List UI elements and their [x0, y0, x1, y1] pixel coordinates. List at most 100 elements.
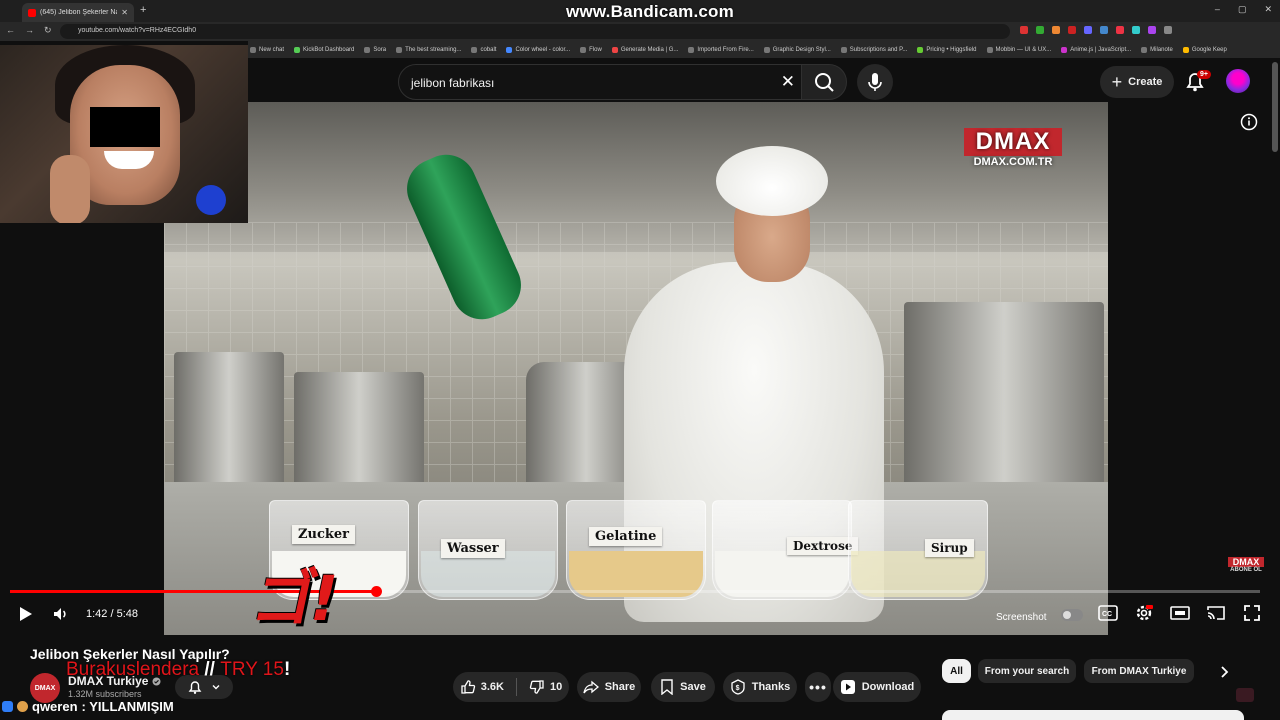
minimize-icon[interactable]: – [1215, 4, 1220, 15]
extension-icon[interactable] [1020, 26, 1028, 34]
bookmark-icon [1182, 46, 1189, 53]
account-avatar[interactable] [1226, 69, 1250, 93]
settings-button[interactable] [1133, 602, 1155, 624]
extension-icon[interactable] [1116, 26, 1124, 34]
bookmark-item[interactable]: Google Keep [1182, 46, 1227, 53]
fullscreen-button[interactable] [1241, 602, 1263, 624]
extension-icon[interactable] [1132, 26, 1140, 34]
create-button[interactable]: + Create [1100, 66, 1174, 98]
extension-icon[interactable] [1084, 26, 1092, 34]
bookmark-item[interactable]: cobalt [471, 46, 496, 53]
bookmark-icon [986, 46, 993, 53]
bookmark-item[interactable]: New chat [250, 46, 284, 53]
bookmark-item[interactable]: Anime.js | JavaScript... [1061, 46, 1131, 53]
page-scrollbar[interactable] [1272, 62, 1278, 152]
streamer-name-overlay: Burakuslendera // TRY 15! [66, 659, 290, 681]
close-window-icon[interactable]: ✕ [1264, 4, 1272, 15]
chips-next-button[interactable] [1215, 663, 1233, 686]
bookmark-item[interactable]: Flow [580, 46, 602, 53]
dmax-subscribe-logo-main: DMAX [1228, 557, 1264, 567]
dmax-subscribe-logo-sub: ABONE OL [1230, 567, 1262, 573]
share-icon [583, 680, 599, 694]
cast-button[interactable] [1205, 602, 1227, 624]
extension-icon[interactable] [1100, 26, 1108, 34]
info-button[interactable] [1240, 113, 1258, 136]
bookmark-item[interactable]: Subscriptions and P... [840, 46, 907, 53]
dmax-watermark: DMAX DMAX.COM.TR [964, 128, 1062, 168]
bookmark-item[interactable]: Pricing • Higgsfield [917, 46, 977, 53]
dislike-button[interactable]: 10 [529, 679, 562, 695]
more-actions-button[interactable]: ••• [805, 672, 831, 702]
clear-search-icon[interactable]: ✕ [781, 72, 795, 92]
dmax-subscribe-logo[interactable]: DMAX ABONE OL [1228, 557, 1264, 573]
forward-icon[interactable]: → [25, 25, 34, 36]
theater-mode-button[interactable] [1169, 602, 1191, 624]
address-bar[interactable]: youtube.com/watch?v=RHz4ECGIdh0 [60, 24, 1010, 39]
voice-search-button[interactable] [857, 64, 893, 100]
subscriber-count: 1.32M subscribers [68, 689, 142, 699]
share-label: Share [604, 681, 636, 693]
bookmark-item[interactable]: Mobbin — UI & UX... [986, 46, 1051, 53]
chip-all[interactable]: All [942, 659, 971, 683]
video-progress-bar[interactable] [10, 586, 1260, 597]
like-dislike-group: 3.6K 10 [453, 672, 569, 702]
play-button[interactable] [14, 603, 36, 625]
extension-icon[interactable] [1164, 26, 1172, 34]
more-horizontal-icon: ••• [809, 679, 827, 695]
player-controls-left: 1:42 / 5:48 [14, 603, 138, 625]
bowl-label: Gelatine [589, 527, 663, 546]
maximize-icon[interactable]: ▢ [1238, 4, 1247, 15]
play-icon [20, 607, 32, 621]
bookmark-item[interactable]: The best streaming... [396, 46, 461, 53]
bookmark-item[interactable]: Milanote [1141, 46, 1173, 53]
time-display: 1:42 / 5:48 [86, 608, 139, 620]
video-scene-machine [904, 302, 1104, 492]
like-button[interactable]: 3.6K [460, 679, 504, 695]
video-scene-machine [294, 372, 424, 492]
screenshot-toggle[interactable] [1060, 608, 1083, 621]
recommended-video-thumbnail[interactable] [942, 710, 1244, 720]
streamer-tag: TRY 15 [220, 659, 284, 680]
bookmark-item[interactable]: KickBot Dashboard [294, 46, 354, 53]
ingredient-bowl-wasser: Wasser [418, 500, 558, 600]
extension-icon[interactable] [1068, 26, 1076, 34]
recording-watermark: www.Bandicam.com [566, 2, 734, 21]
extension-icon[interactable] [1052, 26, 1060, 34]
extension-icon[interactable] [1148, 26, 1156, 34]
create-label: Create [1128, 76, 1163, 88]
screenshot-label: Screenshot [996, 611, 1047, 623]
bookmarks-bar: New chat KickBot Dashboard Sora The best… [248, 41, 1280, 58]
bookmark-icon [1141, 46, 1148, 53]
toggle-knob [1062, 610, 1071, 619]
miniplayer-icon[interactable] [1236, 688, 1254, 702]
video-scene-chef-hat [716, 146, 828, 216]
thanks-button[interactable]: $ Thanks [723, 672, 797, 702]
search-box[interactable]: jelibon fabrikası ✕ [398, 64, 808, 100]
search-button[interactable] [801, 64, 847, 100]
back-icon[interactable]: ← [6, 25, 15, 36]
chip-from-dmax-turkiye[interactable]: From DMAX Turkiye [1084, 659, 1194, 683]
video-duration: 5:48 [116, 608, 139, 620]
download-button[interactable]: Download [833, 672, 921, 702]
extension-icon[interactable] [1036, 26, 1044, 34]
extension-icons [1020, 26, 1172, 34]
reload-icon[interactable]: ↻ [44, 25, 52, 36]
chat-text: : YILLANMIŞIM [81, 699, 174, 714]
bookmark-item[interactable]: Graphic Design Styl... [763, 46, 831, 53]
save-button[interactable]: Save [651, 672, 715, 702]
volume-button[interactable] [50, 603, 72, 625]
share-button[interactable]: Share [577, 672, 641, 702]
search-input[interactable]: jelibon fabrikası [411, 76, 494, 90]
bookmark-item[interactable]: Generate Media | G... [611, 46, 678, 53]
bookmark-item[interactable]: Color wheel - color... [506, 46, 570, 53]
cast-icon [1206, 606, 1225, 620]
captions-button[interactable]: CC [1097, 602, 1119, 624]
chip-from-your-search[interactable]: From your search [978, 659, 1076, 683]
nav-buttons: ← → ↻ [6, 25, 52, 36]
bookmark-icon [840, 46, 847, 53]
microphone-icon [868, 73, 882, 91]
bookmark-item[interactable]: Imported From Fire... [688, 46, 754, 53]
bookmark-item[interactable]: Sora [364, 46, 386, 53]
progress-scrubber[interactable] [371, 586, 382, 597]
bookmark-icon [471, 46, 478, 53]
